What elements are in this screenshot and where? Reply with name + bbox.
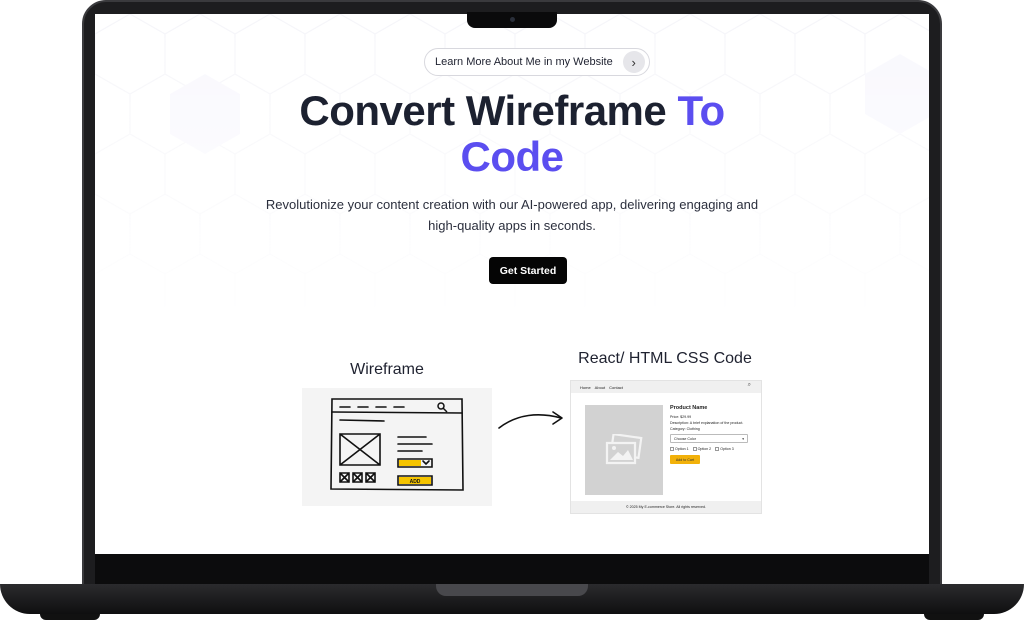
title-dark-text: Convert Wireframe xyxy=(299,87,678,134)
preview-option-label: Option 3 xyxy=(720,447,734,451)
wireframe-sketch: ADD xyxy=(302,388,492,506)
get-started-button[interactable]: Get Started xyxy=(489,257,567,284)
preview-option-3[interactable]: Option 3 xyxy=(715,446,734,452)
title-accent-code: Code xyxy=(460,133,565,180)
preview-nav-home[interactable]: Home xyxy=(580,385,591,390)
checkbox[interactable] xyxy=(692,447,697,452)
preview-option-1[interactable]: Option 1 xyxy=(670,446,689,452)
preview-option-label: Option 2 xyxy=(697,447,712,451)
laptop-hinge-notch xyxy=(436,584,588,596)
preview-select-value: Choose Color xyxy=(674,437,696,441)
preview-add-to-cart-button[interactable]: Add to Cart xyxy=(670,455,700,464)
learn-more-label: Learn More About Me in my Website xyxy=(435,56,613,68)
preview-option-2[interactable]: Option 2 xyxy=(692,446,712,452)
preview-product-info: Product Name Price: $29.99 Description: … xyxy=(670,405,754,464)
preview-nav-about[interactable]: About xyxy=(595,385,605,390)
checkbox[interactable] xyxy=(715,447,720,452)
preview-footer: © 2025 My E-commerce Store. All rights r… xyxy=(571,501,761,513)
preview-nav: Home About Contact ⌕ xyxy=(571,381,761,393)
code-label: React/ HTML CSS Code xyxy=(578,350,752,367)
preview-category: Category: Clothing xyxy=(670,427,700,431)
curved-arrow-icon xyxy=(498,411,563,429)
wireframe-label: Wireframe xyxy=(350,361,424,378)
screen-bezel xyxy=(95,554,929,586)
checkbox[interactable] xyxy=(670,447,674,452)
page-title: Convert Wireframe To Code xyxy=(95,88,929,180)
search-icon[interactable]: ⌕ xyxy=(748,382,751,389)
learn-more-pill[interactable]: Learn More About Me in my Website › xyxy=(424,48,650,76)
preview-product-name: Product Name xyxy=(670,405,708,411)
preview-options: Option 1 Option 2 Option 3 xyxy=(670,446,754,452)
laptop-foot-right xyxy=(924,614,984,620)
image-placeholder-icon xyxy=(585,405,663,495)
screen: Learn More About Me in my Website › Conv… xyxy=(95,14,929,554)
chevron-down-icon: ▾ xyxy=(742,437,744,441)
preview-option-label: Option 1 xyxy=(675,447,689,451)
preview-nav-contact[interactable]: Contact xyxy=(609,385,623,390)
hero-subtitle: Revolutionize your content creation with… xyxy=(265,197,759,233)
chevron-right-icon: › xyxy=(622,51,645,73)
laptop-foot-left xyxy=(40,614,100,620)
camera-notch xyxy=(467,12,557,28)
camera-icon xyxy=(510,17,515,22)
preview-color-select[interactable]: Choose Color ▾ xyxy=(670,434,748,443)
wireframe-drawing: ADD xyxy=(330,398,464,491)
title-accent-to: To xyxy=(677,87,725,134)
wireframe-add-text: ADD xyxy=(410,479,421,485)
search-icon xyxy=(437,402,448,413)
code-preview: Home About Contact ⌕ Product Name Price:… xyxy=(570,380,762,514)
